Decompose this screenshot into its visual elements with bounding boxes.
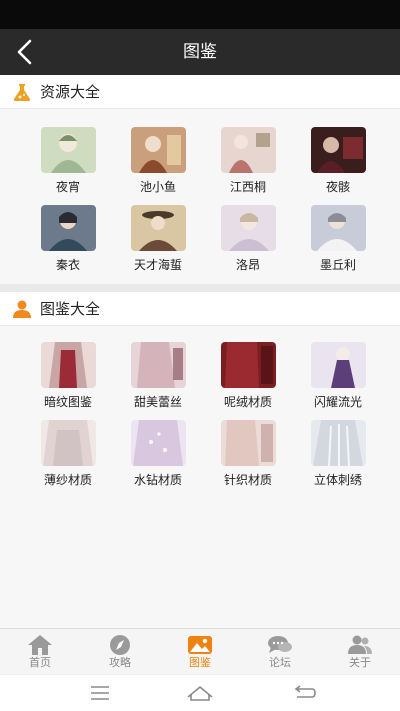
resource-tile-jiangxitong[interactable]: 江西桐 [203, 127, 293, 195]
resource-tile-yexiao[interactable]: 夜宵 [23, 127, 113, 195]
thumbnail [130, 420, 186, 466]
compass-icon [110, 635, 130, 655]
section-header-catalog: 图鉴大全 [0, 292, 400, 326]
tile-label: 甜美蕾丝 [133, 395, 182, 409]
tab-home[interactable]: 首页 [0, 629, 80, 675]
catalog-tile-bosha[interactable]: 薄纱材质 [23, 420, 113, 488]
home-outline-icon [187, 685, 213, 701]
chat-bubbles-icon [268, 636, 292, 653]
tile-label: 暗纹图鉴 [43, 395, 92, 409]
thumbnail [220, 205, 276, 251]
page-title: 图鉴 [183, 42, 217, 62]
tab-label: 论坛 [269, 656, 291, 669]
tile-label: 针织材质 [223, 473, 272, 487]
thumbnail [130, 342, 186, 388]
thumbnail [310, 420, 366, 466]
resource-tile-luoang[interactable]: 洛昂 [203, 205, 293, 273]
tab-label: 图鉴 [189, 656, 211, 669]
tile-label: 天才海蜇 [133, 258, 182, 272]
home-icon [28, 635, 52, 655]
catalog-tile-zhenzhi[interactable]: 针织材质 [203, 420, 293, 488]
picture-icon [188, 636, 212, 654]
catalog-tile-nirong[interactable]: 呢绒材质 [203, 342, 293, 410]
menu-icon [91, 686, 109, 700]
resources-grid: 夜宵 池小鱼 江西桐 夜骸 秦衣 天才海蜇 洛昂 墨丘利 [0, 109, 400, 284]
catalog-tile-tianmeileisi[interactable]: 甜美蕾丝 [113, 342, 203, 410]
back-arrow-icon [294, 685, 316, 698]
system-home-button[interactable] [180, 681, 220, 705]
catalog-tile-anwen[interactable]: 暗纹图鉴 [23, 342, 113, 410]
thumbnail [310, 342, 366, 388]
section-header-resources: 资源大全 [0, 75, 400, 109]
resource-tile-moqiuli[interactable]: 墨丘利 [293, 205, 383, 273]
tile-label: 墨丘利 [319, 258, 356, 272]
section-divider [0, 284, 400, 292]
thumbnail [310, 205, 366, 251]
tile-label: 夜宵 [55, 180, 80, 194]
tab-label: 首页 [29, 656, 51, 669]
tile-label: 江西桐 [229, 180, 266, 194]
tile-label: 秦衣 [55, 258, 80, 272]
person-icon [13, 300, 31, 318]
thumbnail [40, 420, 96, 466]
app-header: 图鉴 [0, 29, 400, 75]
thumbnail [220, 127, 276, 173]
thumbnail [310, 127, 366, 173]
resource-tile-chixiaoyu[interactable]: 池小鱼 [113, 127, 203, 195]
system-menu-button[interactable] [80, 681, 120, 705]
tab-catalog[interactable]: 图鉴 [160, 629, 240, 675]
tab-guide[interactable]: 攻略 [80, 629, 160, 675]
tab-about[interactable]: 关于 [320, 629, 400, 675]
tile-label: 洛昂 [235, 258, 260, 272]
tab-label: 关于 [349, 656, 371, 669]
catalog-tile-litici[interactable]: 立体刺绣 [293, 420, 383, 488]
catalog-tile-shuizuan[interactable]: 水钻材质 [113, 420, 203, 488]
tile-label: 呢绒材质 [223, 395, 272, 409]
flask-icon [13, 84, 31, 101]
thumbnail [130, 127, 186, 173]
system-nav-bar [0, 674, 400, 711]
catalog-tile-shanyaoliuguang[interactable]: 闪耀流光 [293, 342, 383, 410]
resource-tile-tiancaihaizhe[interactable]: 天才海蜇 [113, 205, 203, 273]
thumbnail [40, 127, 96, 173]
thumbnail [130, 205, 186, 251]
resource-tile-qinyi[interactable]: 秦衣 [23, 205, 113, 273]
tab-label: 攻略 [109, 656, 131, 669]
thumbnail [40, 205, 96, 251]
catalog-grid: 暗纹图鉴 甜美蕾丝 呢绒材质 闪耀流光 薄纱材质 水钻材质 针织材质 立体刺绣 [0, 326, 400, 628]
section-title: 图鉴大全 [40, 300, 101, 318]
resource-tile-yehai[interactable]: 夜骸 [293, 127, 383, 195]
section-title: 资源大全 [40, 83, 101, 101]
tile-label: 薄纱材质 [43, 473, 92, 487]
status-bar [0, 0, 400, 29]
system-back-button[interactable] [285, 681, 325, 705]
tile-label: 水钻材质 [133, 473, 182, 487]
thumbnail [220, 342, 276, 388]
users-icon [348, 635, 372, 654]
tile-label: 立体刺绣 [313, 473, 362, 487]
thumbnail [220, 420, 276, 466]
tile-label: 池小鱼 [139, 180, 176, 194]
bottom-tab-bar: 首页 攻略 图鉴 论坛 关于 [0, 628, 400, 674]
tile-label: 夜骸 [325, 180, 350, 194]
thumbnail [40, 342, 96, 388]
tab-forum[interactable]: 论坛 [240, 629, 320, 675]
tile-label: 闪耀流光 [313, 395, 362, 409]
